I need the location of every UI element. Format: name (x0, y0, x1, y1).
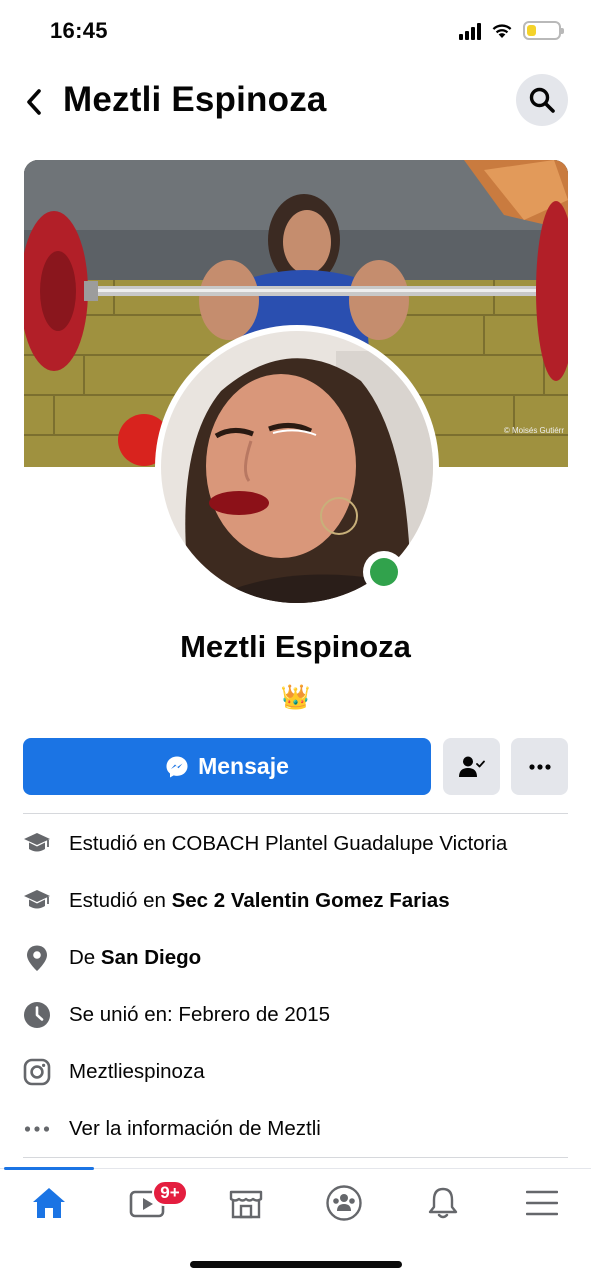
more-dots-icon (528, 763, 551, 770)
nav-groups[interactable] (295, 1175, 393, 1231)
info-text-bold: Sec 2 Valentin Gomez Farias (171, 889, 450, 912)
info-hometown[interactable]: De San Diego (22, 938, 572, 978)
info-text: Ver la información de Meztli (69, 1117, 321, 1140)
nav-watch[interactable]: 9+ (98, 1175, 196, 1231)
nav-active-indicator (4, 1167, 94, 1170)
more-dots-icon (22, 1114, 52, 1144)
instagram-icon (22, 1057, 52, 1087)
friends-button[interactable] (443, 738, 500, 795)
notifications-icon (428, 1187, 458, 1219)
divider (23, 1157, 568, 1158)
home-indicator (190, 1261, 402, 1268)
page-title: Meztli Espinoza (63, 80, 327, 119)
nav-marketplace[interactable] (197, 1175, 295, 1231)
education-icon (22, 886, 52, 916)
message-button[interactable]: Mensaje (23, 738, 431, 795)
status-icons (459, 21, 564, 40)
bottom-nav: 9+ (0, 1167, 591, 1232)
chevron-left-icon (27, 89, 41, 115)
nav-notifications[interactable] (394, 1175, 492, 1231)
info-education-1[interactable]: Estudió en COBACH Plantel Guadalupe Vict… (22, 824, 572, 864)
info-text: De (69, 946, 101, 969)
divider (23, 813, 568, 814)
signal-icon (459, 22, 481, 40)
info-instagram[interactable]: Meztliespinoza (22, 1052, 572, 1092)
info-text: Estudió en COBACH Plantel Guadalupe Vict… (69, 832, 508, 855)
profile-name: Meztli Espinoza (180, 629, 411, 664)
battery-icon (523, 21, 564, 40)
location-icon (22, 943, 52, 973)
info-education-2[interactable]: Estudió en Sec 2 Valentin Gomez Farias (22, 881, 572, 921)
status-time: 16:45 (50, 18, 108, 43)
info-text: Meztliespinoza (69, 1060, 205, 1083)
education-icon (22, 829, 52, 859)
info-joined[interactable]: Se unió en: Febrero de 2015 (22, 995, 572, 1035)
back-button[interactable] (16, 80, 52, 124)
info-text: Estudió en (69, 889, 172, 912)
friend-check-icon (458, 756, 485, 777)
more-button[interactable] (511, 738, 568, 795)
marketplace-icon (229, 1190, 263, 1219)
info-text-bold: San Diego (100, 946, 202, 969)
info-see-more[interactable]: Ver la información de Meztli (22, 1109, 572, 1149)
home-icon (33, 1188, 65, 1218)
cover-credit: © Moisés Gutiérr (503, 426, 564, 435)
message-button-label: Mensaje (198, 753, 289, 779)
nav-menu[interactable] (493, 1175, 591, 1231)
watch-badge: 9+ (152, 1180, 188, 1206)
search-button[interactable] (516, 74, 568, 126)
status-bar: 16:45 (0, 0, 591, 66)
header: Meztli Espinoza (0, 66, 591, 138)
profile-bio: 👑 (280, 684, 311, 711)
wifi-icon (492, 24, 512, 38)
info-text: Se unió en: Febrero de 2015 (69, 1003, 330, 1026)
search-icon (529, 87, 555, 113)
groups-icon (326, 1185, 362, 1221)
online-status-indicator (363, 551, 405, 593)
nav-home[interactable] (0, 1175, 98, 1231)
messenger-icon (166, 756, 188, 777)
clock-icon (22, 1000, 52, 1030)
menu-icon (526, 1190, 558, 1216)
